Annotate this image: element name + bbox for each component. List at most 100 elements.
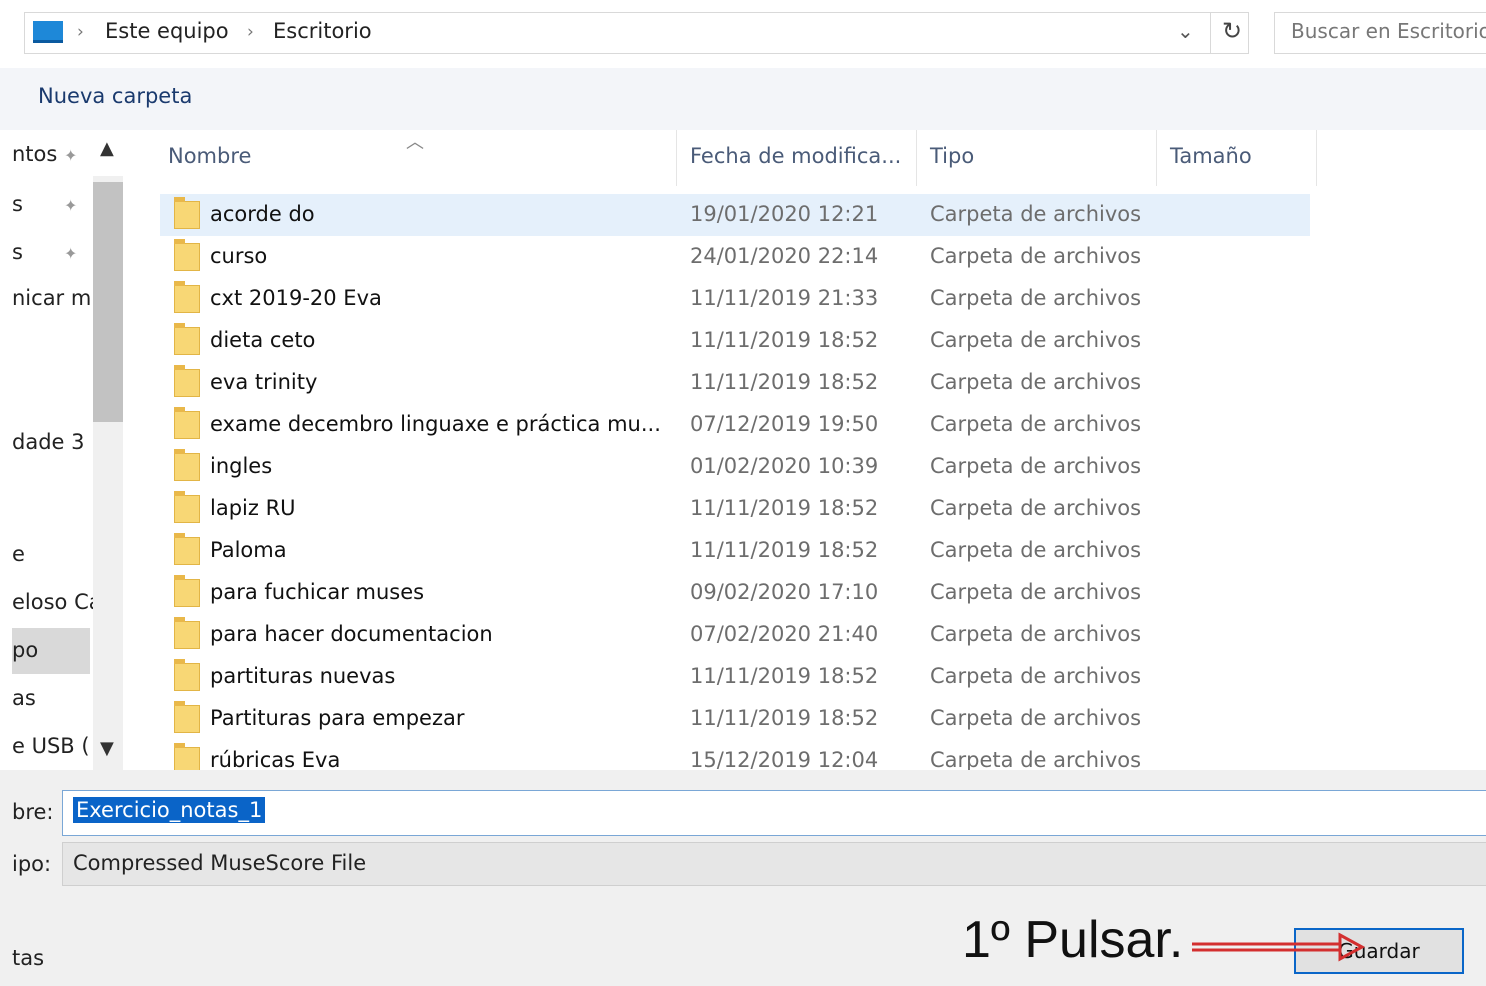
file-name: para hacer documentacion bbox=[210, 622, 493, 646]
folder-icon bbox=[174, 617, 200, 649]
nav-item[interactable]: s bbox=[12, 192, 23, 216]
folder-icon bbox=[174, 197, 200, 229]
file-type: Carpeta de archivos bbox=[930, 664, 1142, 688]
nav-item-selected[interactable]: po bbox=[12, 638, 38, 662]
file-date: 07/02/2020 21:40 bbox=[690, 622, 879, 646]
file-date: 24/01/2020 22:14 bbox=[690, 244, 879, 268]
filetype-label: ipo: bbox=[12, 852, 52, 876]
scroll-down-icon[interactable]: ▼ bbox=[100, 738, 114, 759]
search-input[interactable]: Buscar en Escritorio bbox=[1291, 19, 1486, 43]
file-name: cxt 2019-20 Eva bbox=[210, 286, 382, 310]
nav-item[interactable]: dade 3 bbox=[12, 430, 85, 454]
filename-field[interactable]: Exercicio_notas_1 bbox=[62, 790, 1486, 836]
scroll-up-icon[interactable]: ▲ bbox=[100, 138, 114, 159]
nav-item[interactable]: e USB ( bbox=[12, 734, 90, 758]
file-name: Partituras para empezar bbox=[210, 706, 465, 730]
address-bar[interactable]: › Este equipo › Escritorio ⌄ ↻ bbox=[24, 12, 1249, 54]
file-date: 09/02/2020 17:10 bbox=[690, 580, 879, 604]
file-row[interactable]: Partituras para empezar 11/11/2019 18:52 C… bbox=[160, 698, 1310, 740]
file-date: 15/12/2019 12:04 bbox=[690, 748, 879, 770]
file-type: Carpeta de archivos bbox=[930, 328, 1142, 352]
filetype-value[interactable]: Compressed MuseScore File bbox=[73, 851, 366, 875]
computer-icon bbox=[33, 21, 63, 43]
file-row[interactable]: eva trinity 11/11/2019 18:52 Carpeta de ar… bbox=[160, 362, 1310, 404]
folder-icon bbox=[174, 701, 200, 733]
file-type: Carpeta de archivos bbox=[930, 706, 1142, 730]
file-row[interactable]: acorde do 19/01/2020 12:21 Carpeta de arch… bbox=[160, 194, 1310, 236]
tags-label: tas bbox=[12, 946, 45, 970]
filename-value[interactable]: Exercicio_notas_1 bbox=[73, 797, 266, 823]
breadcrumb-item-este-equipo[interactable]: Este equipo bbox=[105, 19, 229, 43]
file-row[interactable]: cxt 2019-20 Eva 11/11/2019 21:33 Carpeta d… bbox=[160, 278, 1310, 320]
toolbar: Nueva carpeta bbox=[0, 68, 1486, 130]
file-name: para fuchicar muses bbox=[210, 580, 425, 604]
file-date: 11/11/2019 18:52 bbox=[690, 538, 879, 562]
column-header-name[interactable]: Nombre bbox=[168, 144, 251, 168]
file-name: exame decembro linguaxe e práctica mu... bbox=[210, 412, 661, 436]
column-header-size[interactable]: Tamaño bbox=[1170, 144, 1252, 168]
chevron-right-icon: › bbox=[247, 22, 254, 42]
sort-up-icon: ︿ bbox=[406, 132, 424, 153]
file-date: 11/11/2019 18:52 bbox=[690, 706, 879, 730]
column-divider[interactable] bbox=[676, 130, 677, 186]
navigation-pane: ntos ✦ s ✦ s ✦ nicar mu dade 3 e eloso C… bbox=[0, 130, 126, 770]
file-row[interactable]: curso 24/01/2020 22:14 Carpeta de archivos bbox=[160, 236, 1310, 278]
filetype-select[interactable]: Compressed MuseScore File bbox=[62, 842, 1486, 886]
file-list: ︿ Nombre Fecha de modifica... Tipo Tamañ… bbox=[126, 130, 1486, 770]
file-row[interactable]: para fuchicar muses 09/02/2020 17:10 Carpe… bbox=[160, 572, 1310, 614]
file-name: acorde do bbox=[210, 202, 315, 226]
nav-item[interactable]: s bbox=[12, 240, 23, 264]
file-row[interactable]: exame decembro linguaxe e práctica mu...… bbox=[160, 404, 1310, 446]
new-folder-button[interactable]: Nueva carpeta bbox=[38, 84, 192, 108]
column-divider[interactable] bbox=[1316, 130, 1317, 186]
nav-item[interactable]: as bbox=[12, 686, 36, 710]
column-header-date[interactable]: Fecha de modifica... bbox=[690, 144, 901, 168]
refresh-icon[interactable]: ↻ bbox=[1222, 17, 1242, 45]
file-date: 11/11/2019 18:52 bbox=[690, 496, 879, 520]
pin-icon: ✦ bbox=[64, 196, 78, 215]
column-headers: ︿ Nombre Fecha de modifica... Tipo Tamañ… bbox=[126, 130, 1486, 186]
file-row[interactable]: para hacer documentacion 07/02/2020 21:40… bbox=[160, 614, 1310, 656]
filename-label: bre: bbox=[12, 800, 54, 824]
nav-item[interactable]: e bbox=[12, 542, 25, 566]
file-type: Carpeta de archivos bbox=[930, 412, 1142, 436]
file-row[interactable]: Paloma 11/11/2019 18:52 Carpeta de archivo… bbox=[160, 530, 1310, 572]
nav-item[interactable]: nicar mu bbox=[12, 286, 105, 310]
nav-item[interactable]: ntos bbox=[12, 142, 57, 166]
column-divider[interactable] bbox=[916, 130, 917, 186]
nav-scrollbar-thumb[interactable] bbox=[93, 182, 123, 422]
search-box[interactable]: Buscar en Escritorio bbox=[1274, 12, 1486, 54]
breadcrumb-item-escritorio[interactable]: Escritorio bbox=[273, 19, 372, 43]
file-type: Carpeta de archivos bbox=[930, 538, 1142, 562]
file-name: dieta ceto bbox=[210, 328, 316, 352]
file-name: partituras nuevas bbox=[210, 664, 396, 688]
column-divider[interactable] bbox=[1156, 130, 1157, 186]
file-name: rúbricas Eva bbox=[210, 748, 341, 770]
file-type: Carpeta de archivos bbox=[930, 454, 1142, 478]
column-header-type[interactable]: Tipo bbox=[930, 144, 974, 168]
file-date: 07/12/2019 19:50 bbox=[690, 412, 879, 436]
file-type: Carpeta de archivos bbox=[930, 370, 1142, 394]
file-name: curso bbox=[210, 244, 268, 268]
nav-item[interactable]: eloso Ca bbox=[12, 590, 102, 614]
folder-icon bbox=[174, 281, 200, 313]
folder-icon bbox=[174, 491, 200, 523]
file-date: 11/11/2019 18:52 bbox=[690, 664, 879, 688]
file-name: lapiz RU bbox=[210, 496, 296, 520]
file-date: 11/11/2019 18:52 bbox=[690, 370, 879, 394]
file-row[interactable]: rúbricas Eva 15/12/2019 12:04 Carpeta de a… bbox=[160, 740, 1310, 770]
file-name: eva trinity bbox=[210, 370, 318, 394]
file-row[interactable]: partituras nuevas 11/11/2019 18:52 Carpeta… bbox=[160, 656, 1310, 698]
folder-icon bbox=[174, 323, 200, 355]
folder-icon bbox=[174, 659, 200, 691]
save-form: bre: Exercicio_notas_1 ipo: Compressed M… bbox=[0, 770, 1486, 986]
chevron-down-icon[interactable]: ⌄ bbox=[1177, 19, 1194, 43]
file-row[interactable]: lapiz RU 11/11/2019 18:52 Carpeta de archi… bbox=[160, 488, 1310, 530]
pin-icon: ✦ bbox=[64, 146, 78, 165]
chevron-right-icon: › bbox=[77, 22, 84, 42]
file-row[interactable]: dieta ceto 11/11/2019 18:52 Carpeta de arc… bbox=[160, 320, 1310, 362]
file-row[interactable]: ingles 01/02/2020 10:39 Carpeta de archivo… bbox=[160, 446, 1310, 488]
annotation-text: 1º Pulsar. bbox=[962, 911, 1184, 969]
file-type: Carpeta de archivos bbox=[930, 748, 1142, 770]
file-date: 19/01/2020 12:21 bbox=[690, 202, 879, 226]
